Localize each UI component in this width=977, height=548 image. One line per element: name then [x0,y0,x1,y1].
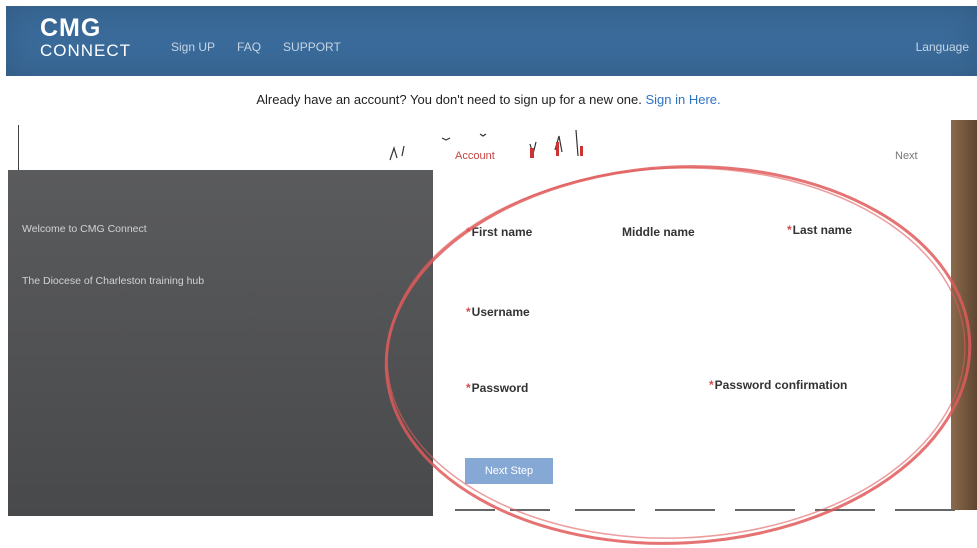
tab-account[interactable]: Account [455,150,495,162]
cmg-connect-logo[interactable]: CMG CONNECT [40,14,132,60]
nav-support[interactable]: SUPPORT [283,40,341,54]
password-text: Password [471,381,529,395]
first-name-text: First name [471,225,533,239]
logo-line2: CONNECT [40,41,132,60]
username-label: *Username [466,305,530,319]
required-marker: * [709,378,714,392]
first-name-label: *First name [466,225,532,239]
sign-in-link[interactable]: Sign in Here. [646,92,721,107]
main-nav: Sign UP FAQ SUPPORT [171,40,341,54]
language-selector[interactable]: Language [916,40,969,54]
required-marker: * [787,223,792,237]
top-header: CMG CONNECT Sign UP FAQ SUPPORT Language [6,6,977,76]
footer-dashes [455,509,955,511]
signup-steps: Account Next [455,150,925,170]
next-step-button[interactable]: Next Step [465,458,553,484]
language-label: Language [915,40,969,54]
last-name-label: *Last name [787,223,852,237]
password-label: *Password [466,381,528,395]
welcome-panel: Welcome to CMG Connect The Diocese of Ch… [8,170,433,516]
middle-name-label: Middle name [622,225,695,239]
account-notice: Already have an account? You don't need … [0,92,977,107]
building-photo-fragment [951,120,977,510]
tab-next[interactable]: Next [895,150,918,162]
password-confirmation-label: *Password confirmation [709,378,847,392]
required-marker: * [466,225,471,239]
divider-line [18,125,19,170]
password-confirmation-text: Password confirmation [714,378,848,392]
required-marker: * [466,381,471,395]
nav-sign-up[interactable]: Sign UP [171,40,215,54]
welcome-subtitle: The Diocese of Charleston training hub [22,275,205,287]
welcome-heading: Welcome to CMG Connect [22,223,147,235]
last-name-text: Last name [792,223,853,237]
nav-faq[interactable]: FAQ [237,40,261,54]
username-text: Username [471,305,530,319]
account-notice-text: Already have an account? You don't need … [256,92,646,107]
middle-name-text: Middle name [622,225,695,239]
logo-line1: CMG [40,14,102,42]
required-marker: * [466,305,471,319]
